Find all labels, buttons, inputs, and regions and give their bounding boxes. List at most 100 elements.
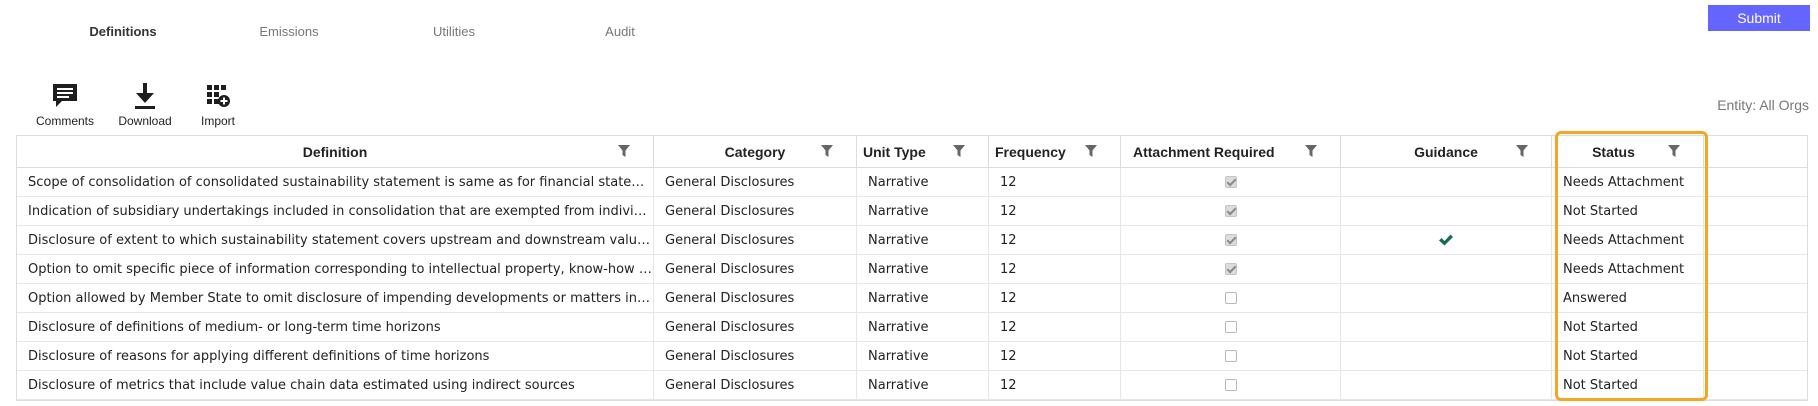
cell-category[interactable]: General Disclosures <box>654 255 857 283</box>
comment-icon <box>53 84 77 107</box>
cell-unit-type[interactable]: Narrative <box>857 255 989 283</box>
cell-category[interactable]: General Disclosures <box>654 168 857 196</box>
cell-category[interactable]: General Disclosures <box>654 342 857 370</box>
cell-category-text: General Disclosures <box>665 261 795 277</box>
cell-category[interactable]: General Disclosures <box>654 313 857 341</box>
cell-frequency[interactable]: 12 <box>989 226 1121 254</box>
column-header-status[interactable]: Status <box>1552 136 1704 167</box>
cell-spacer <box>1704 255 1807 283</box>
filter-icon[interactable] <box>1515 144 1529 158</box>
cell-guidance[interactable] <box>1341 226 1552 254</box>
table-row[interactable]: Disclosure of metrics that include value… <box>17 371 1807 400</box>
cell-definition[interactable]: Scope of consolidation of consolidated s… <box>17 168 654 196</box>
cell-unit-type[interactable]: Narrative <box>857 284 989 312</box>
cell-category[interactable]: General Disclosures <box>654 284 857 312</box>
cell-spacer <box>1704 284 1807 312</box>
cell-definition[interactable]: Disclosure of extent to which sustainabi… <box>17 226 654 254</box>
table-row[interactable]: Option allowed by Member State to omit d… <box>17 284 1807 313</box>
cell-status[interactable]: Not Started <box>1552 371 1704 399</box>
tab-audit[interactable]: Audit <box>605 24 635 39</box>
filter-icon[interactable] <box>617 144 631 158</box>
entity-filter[interactable]: Entity: All Orgs <box>1717 97 1809 113</box>
table-row[interactable]: Scope of consolidation of consolidated s… <box>17 168 1807 197</box>
cell-category[interactable]: General Disclosures <box>654 197 857 225</box>
cell-guidance[interactable] <box>1341 371 1552 399</box>
cell-frequency-text: 12 <box>1000 232 1017 248</box>
cell-definition[interactable]: Disclosure of definitions of medium- or … <box>17 313 654 341</box>
cell-status[interactable]: Not Started <box>1552 313 1704 341</box>
table-row[interactable]: Option to omit specific piece of informa… <box>17 255 1807 284</box>
column-header-guidance[interactable]: Guidance <box>1341 136 1552 167</box>
cell-unit-type[interactable]: Narrative <box>857 313 989 341</box>
cell-frequency[interactable]: 12 <box>989 371 1121 399</box>
comments-button[interactable]: Comments <box>34 82 96 128</box>
filter-icon[interactable] <box>1667 144 1681 158</box>
cell-status[interactable]: Not Started <box>1552 197 1704 225</box>
import-button[interactable]: Import <box>193 82 243 128</box>
cell-unit-type[interactable]: Narrative <box>857 342 989 370</box>
cell-guidance[interactable] <box>1341 168 1552 196</box>
cell-attachment-required <box>1121 371 1341 399</box>
table-row[interactable]: Indication of subsidiary undertakings in… <box>17 197 1807 226</box>
cell-definition[interactable]: Disclosure of metrics that include value… <box>17 371 654 399</box>
submit-button[interactable]: Submit <box>1708 5 1810 31</box>
cell-unit-type-text: Narrative <box>868 348 929 364</box>
column-header-attachment-required[interactable]: Attachment Required <box>1121 136 1341 167</box>
column-header-definition[interactable]: Definition <box>17 136 654 167</box>
cell-status[interactable]: Needs Attachment <box>1552 168 1704 196</box>
cell-status[interactable]: Answered <box>1552 284 1704 312</box>
filter-icon[interactable] <box>1304 144 1318 158</box>
cell-status-text: Not Started <box>1563 319 1638 335</box>
cell-unit-type-text: Narrative <box>868 261 929 277</box>
cell-unit-type[interactable]: Narrative <box>857 197 989 225</box>
cell-attachment-required <box>1121 284 1341 312</box>
cell-frequency[interactable]: 12 <box>989 313 1121 341</box>
cell-frequency[interactable]: 12 <box>989 342 1121 370</box>
cell-category[interactable]: General Disclosures <box>654 226 857 254</box>
column-header-frequency[interactable]: Frequency <box>989 136 1121 167</box>
cell-unit-type[interactable]: Narrative <box>857 371 989 399</box>
tab-emissions[interactable]: Emissions <box>259 24 318 39</box>
column-header-label: Definition <box>302 143 368 160</box>
table-row[interactable]: Disclosure of reasons for applying diffe… <box>17 342 1807 371</box>
cell-status[interactable]: Needs Attachment <box>1552 226 1704 254</box>
cell-definition[interactable]: Indication of subsidiary undertakings in… <box>17 197 654 225</box>
table-row[interactable]: Disclosure of extent to which sustainabi… <box>17 226 1807 255</box>
download-button[interactable]: Download <box>114 82 176 128</box>
cell-guidance[interactable] <box>1341 284 1552 312</box>
cell-status[interactable]: Not Started <box>1552 342 1704 370</box>
tab-definitions[interactable]: Definitions <box>89 24 156 39</box>
cell-category-text: General Disclosures <box>665 319 795 335</box>
cell-unit-type[interactable]: Narrative <box>857 168 989 196</box>
cell-frequency[interactable]: 12 <box>989 197 1121 225</box>
cell-guidance[interactable] <box>1341 197 1552 225</box>
cell-frequency[interactable]: 12 <box>989 284 1121 312</box>
filter-icon[interactable] <box>820 144 834 158</box>
tab-utilities[interactable]: Utilities <box>433 24 475 39</box>
cell-guidance[interactable] <box>1341 255 1552 283</box>
cell-guidance[interactable] <box>1341 313 1552 341</box>
cell-definition[interactable]: Disclosure of reasons for applying diffe… <box>17 342 654 370</box>
cell-category-text: General Disclosures <box>665 174 795 190</box>
cell-definition[interactable]: Option allowed by Member State to omit d… <box>17 284 654 312</box>
cell-frequency-text: 12 <box>1000 174 1017 190</box>
cell-unit-type[interactable]: Narrative <box>857 226 989 254</box>
cell-spacer <box>1704 226 1807 254</box>
cell-definition[interactable]: Option to omit specific piece of informa… <box>17 255 654 283</box>
table-row[interactable]: Disclosure of definitions of medium- or … <box>17 313 1807 342</box>
attachment-required-checkbox <box>1224 263 1237 275</box>
cell-unit-type-text: Narrative <box>868 377 929 393</box>
filter-icon[interactable] <box>952 144 966 158</box>
cell-status-text: Needs Attachment <box>1563 261 1685 277</box>
cell-category[interactable]: General Disclosures <box>654 371 857 399</box>
filter-icon[interactable] <box>1084 144 1098 158</box>
cell-unit-type-text: Narrative <box>868 203 929 219</box>
column-header-unit-type[interactable]: Unit Type <box>857 136 989 167</box>
cell-frequency[interactable]: 12 <box>989 168 1121 196</box>
column-header-label: Unit Type <box>863 143 926 160</box>
cell-status[interactable]: Needs Attachment <box>1552 255 1704 283</box>
cell-frequency[interactable]: 12 <box>989 255 1121 283</box>
column-header-category[interactable]: Category <box>654 136 857 167</box>
cell-guidance[interactable] <box>1341 342 1552 370</box>
cell-definition-text: Option to omit specific piece of informa… <box>28 261 653 277</box>
